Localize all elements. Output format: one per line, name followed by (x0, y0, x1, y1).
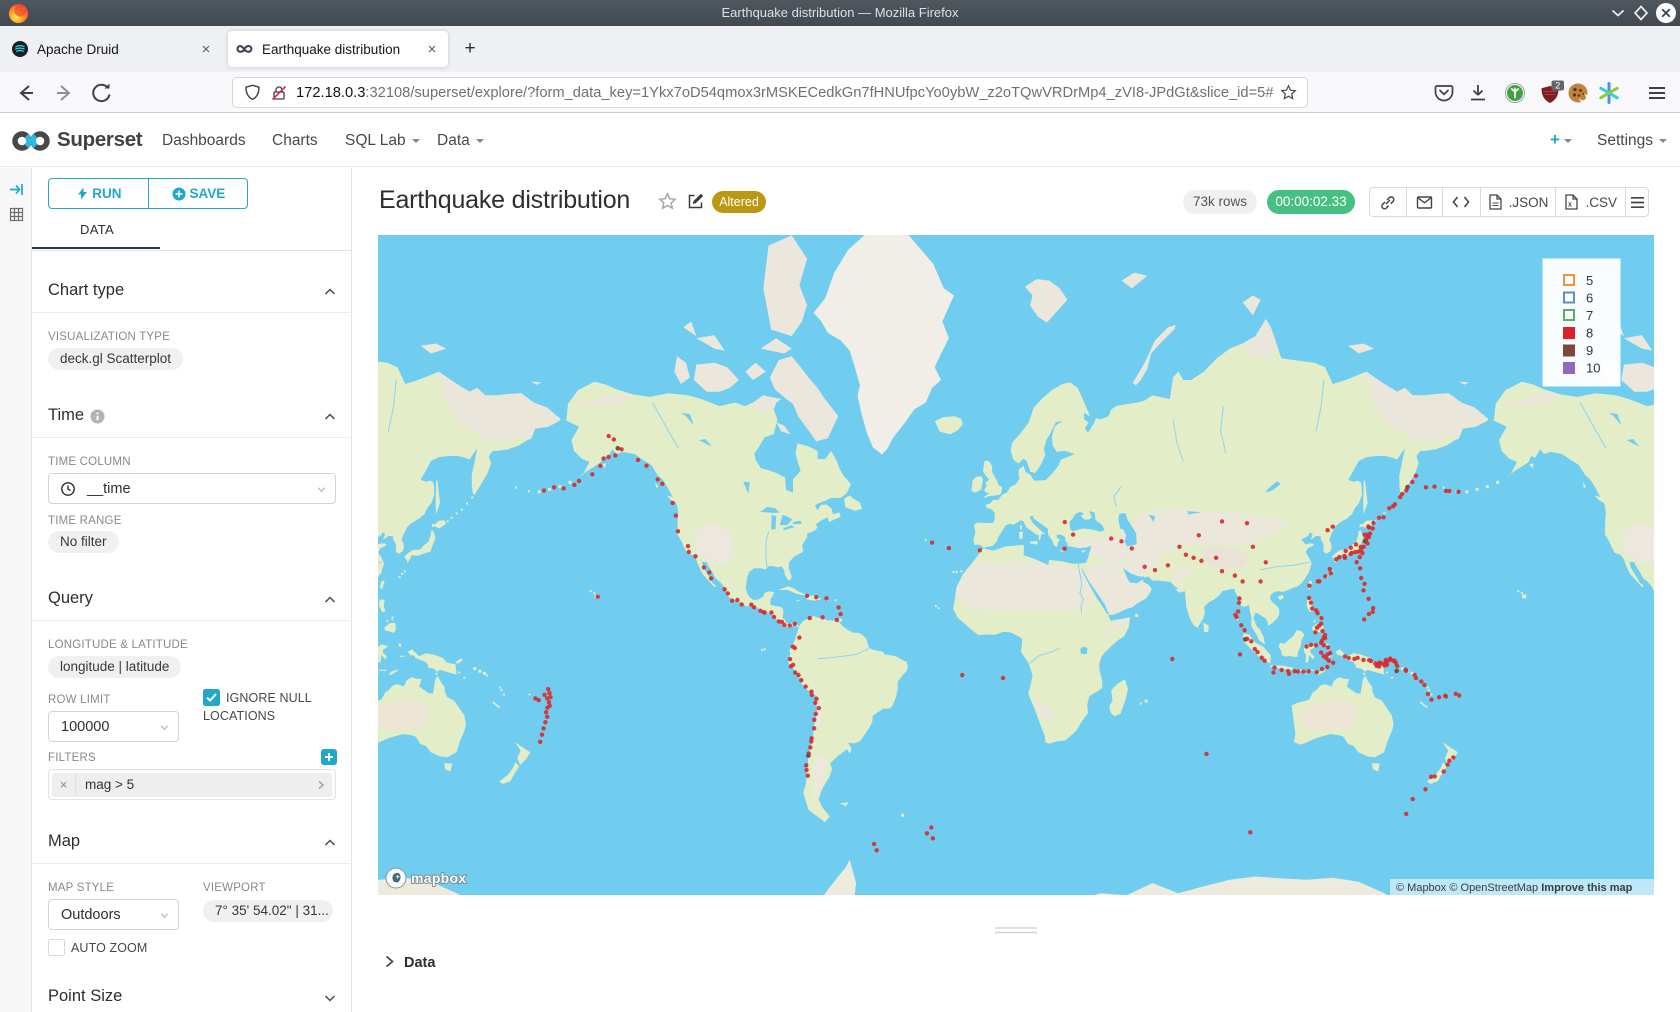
svg-text:5: 5 (1586, 273, 1593, 288)
svg-text:10: 10 (1586, 361, 1600, 376)
svg-text:6: 6 (1586, 291, 1593, 306)
svg-text:x: x (1568, 202, 1572, 209)
svg-text:8: 8 (1586, 326, 1593, 341)
svg-text:7: 7 (1586, 308, 1593, 323)
svg-text:mapbox: mapbox (411, 870, 466, 886)
svg-text:9: 9 (1586, 343, 1593, 358)
svg-text:2: 2 (1555, 81, 1560, 91)
svg-text:© Mapbox © OpenStreetMap Impro: © Mapbox © OpenStreetMap Improve this ma… (1396, 882, 1633, 894)
